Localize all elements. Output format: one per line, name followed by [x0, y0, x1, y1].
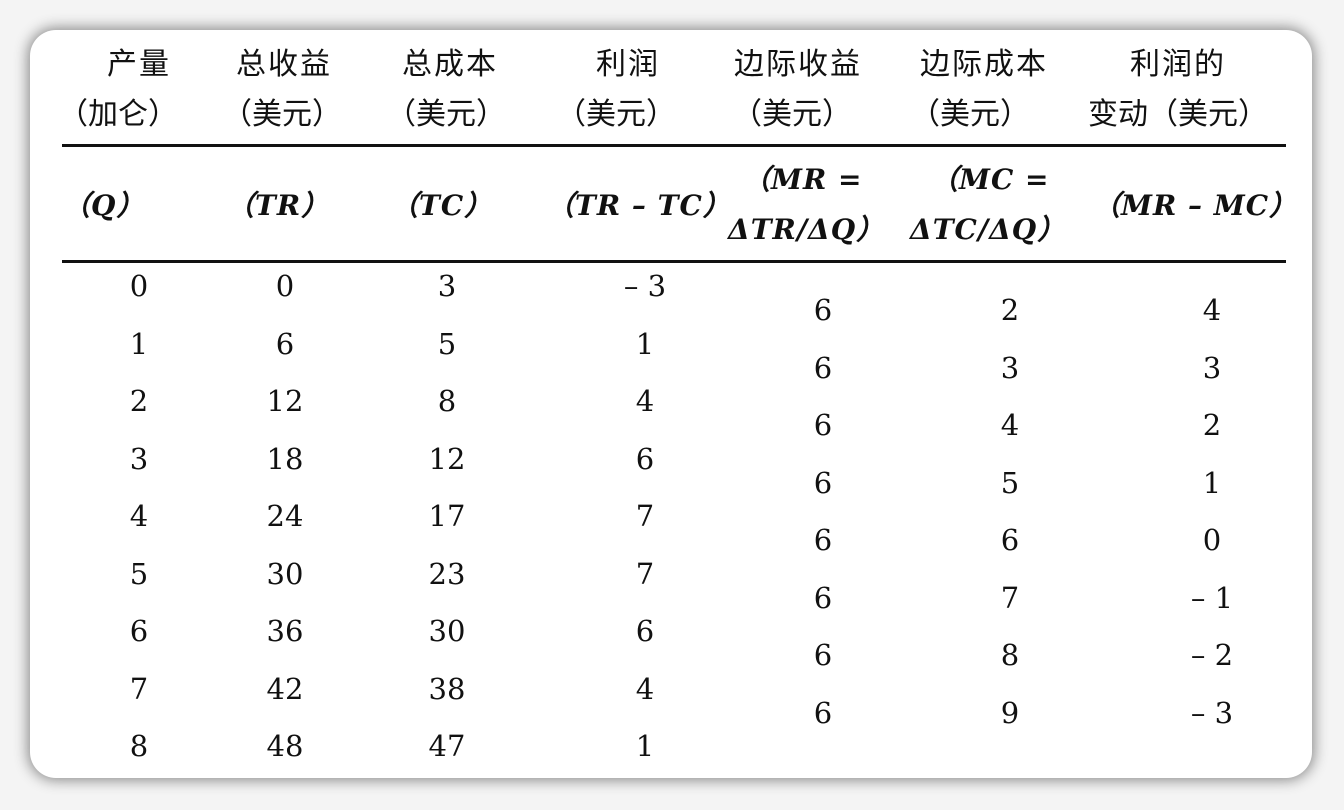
header-total-cost-line2: （美元）	[386, 97, 506, 132]
cell-marginal-revenue: 6	[813, 408, 833, 442]
cell-total-revenue: 48	[266, 729, 304, 763]
cell-marginal-revenue: 6	[813, 695, 833, 730]
cell-total-cost: 38	[428, 671, 466, 706]
cell-total-cost: 47	[428, 729, 466, 763]
cell-total-revenue: 36	[266, 614, 304, 648]
header-quantity-line1: 产量	[107, 47, 171, 82]
cell-quantity: 3	[129, 441, 149, 476]
header-profit-change-line1: 利润的	[1130, 47, 1226, 82]
cell-total-cost: 3	[437, 269, 457, 303]
cell-marginal-revenue: 6	[813, 580, 833, 615]
cell-total-revenue: 42	[266, 671, 304, 706]
cell-total-cost: 5	[437, 326, 457, 361]
cell-profit: 4	[635, 671, 655, 706]
cell-profit: 1	[635, 326, 655, 361]
cell-quantity: 1	[129, 326, 149, 361]
cell-profit: 7	[635, 556, 655, 591]
cell-profit-change: 1	[1202, 465, 1222, 500]
cell-profit-change: 4	[1202, 293, 1222, 327]
cell-total-revenue: 0	[275, 269, 295, 303]
cell-marginal-cost: 2	[1000, 293, 1020, 327]
symbol-q: （Q）	[62, 189, 146, 222]
header-total-cost-line1: 总成本	[402, 47, 498, 82]
cell-profit: 1	[635, 729, 655, 763]
cell-marginal-revenue: 6	[813, 350, 833, 385]
cell-profit: – 3	[623, 269, 667, 303]
cell-profit: 6	[635, 441, 655, 476]
cell-quantity: 2	[129, 384, 149, 418]
cell-marginal-cost: 6	[1000, 523, 1020, 557]
cell-marginal-revenue: 6	[813, 638, 833, 672]
cell-profit-change: – 2	[1190, 638, 1234, 672]
header-profit-line2: （美元）	[556, 97, 676, 132]
cell-quantity: 6	[129, 614, 149, 648]
cell-profit-change: 3	[1202, 350, 1222, 385]
symbol-mc-formula: ΔTC/ΔQ）	[910, 213, 1067, 246]
cell-marginal-revenue: 6	[813, 293, 833, 327]
header-profit-line1: 利润	[596, 47, 660, 82]
cell-total-cost: 23	[428, 556, 466, 591]
cell-marginal-cost: 4	[1000, 408, 1020, 442]
cell-total-revenue: 6	[275, 326, 295, 361]
cell-profit: 7	[635, 499, 655, 533]
cell-marginal-cost: 9	[1000, 695, 1020, 730]
cell-total-revenue: 24	[266, 499, 304, 533]
symbol-tc: （TC）	[390, 189, 494, 222]
cell-marginal-cost: 8	[1000, 638, 1020, 672]
cell-total-cost: 8	[437, 384, 457, 418]
cell-quantity: 7	[129, 671, 149, 706]
header-marginal-cost-line2: （美元）	[910, 97, 1030, 132]
cell-profit-change: – 3	[1190, 695, 1234, 730]
symbol-profit-change: （MR – MC）	[1092, 189, 1299, 222]
header-profit-change-line2: 变动（美元）	[1088, 97, 1268, 132]
cell-total-cost: 30	[428, 614, 466, 648]
cell-marginal-cost: 3	[1000, 350, 1020, 385]
cell-quantity: 0	[129, 269, 149, 303]
header-quantity-line2: （加仑）	[58, 97, 178, 132]
header-marginal-cost-line1: 边际成本	[920, 47, 1048, 82]
cell-quantity: 4	[129, 499, 149, 533]
header-total-revenue-line1: 总收益	[236, 47, 332, 82]
header-marginal-revenue-line1: 边际收益	[734, 47, 862, 82]
header-divider-bottom	[62, 260, 1286, 263]
cell-profit-change: 0	[1202, 523, 1222, 557]
cell-profit-change: 2	[1202, 408, 1222, 442]
cell-marginal-revenue: 6	[813, 465, 833, 500]
header-total-revenue-line2: （美元）	[222, 97, 342, 132]
cell-total-revenue: 30	[266, 556, 304, 591]
cell-marginal-cost: 7	[1000, 580, 1020, 615]
symbol-profit: （TR – TC）	[546, 189, 732, 222]
cell-quantity: 5	[129, 556, 149, 591]
cell-quantity: 8	[129, 729, 149, 763]
symbol-mr-formula: ΔTR/ΔQ）	[728, 213, 886, 246]
symbol-mr: （MR =	[742, 163, 863, 196]
header-marginal-revenue-line2: （美元）	[732, 97, 852, 132]
cell-total-revenue: 18	[266, 441, 304, 476]
symbol-mc: （MC =	[930, 163, 1050, 196]
cell-total-revenue: 12	[266, 384, 304, 418]
cell-total-cost: 17	[428, 499, 466, 533]
header-divider-top	[62, 144, 1286, 147]
cell-marginal-revenue: 6	[813, 523, 833, 557]
cell-profit: 4	[635, 384, 655, 418]
cell-profit-change: – 1	[1190, 580, 1234, 615]
cell-total-cost: 12	[428, 441, 466, 476]
cell-marginal-cost: 5	[1000, 465, 1020, 500]
cell-profit: 6	[635, 614, 655, 648]
symbol-tr: （TR）	[226, 189, 331, 222]
